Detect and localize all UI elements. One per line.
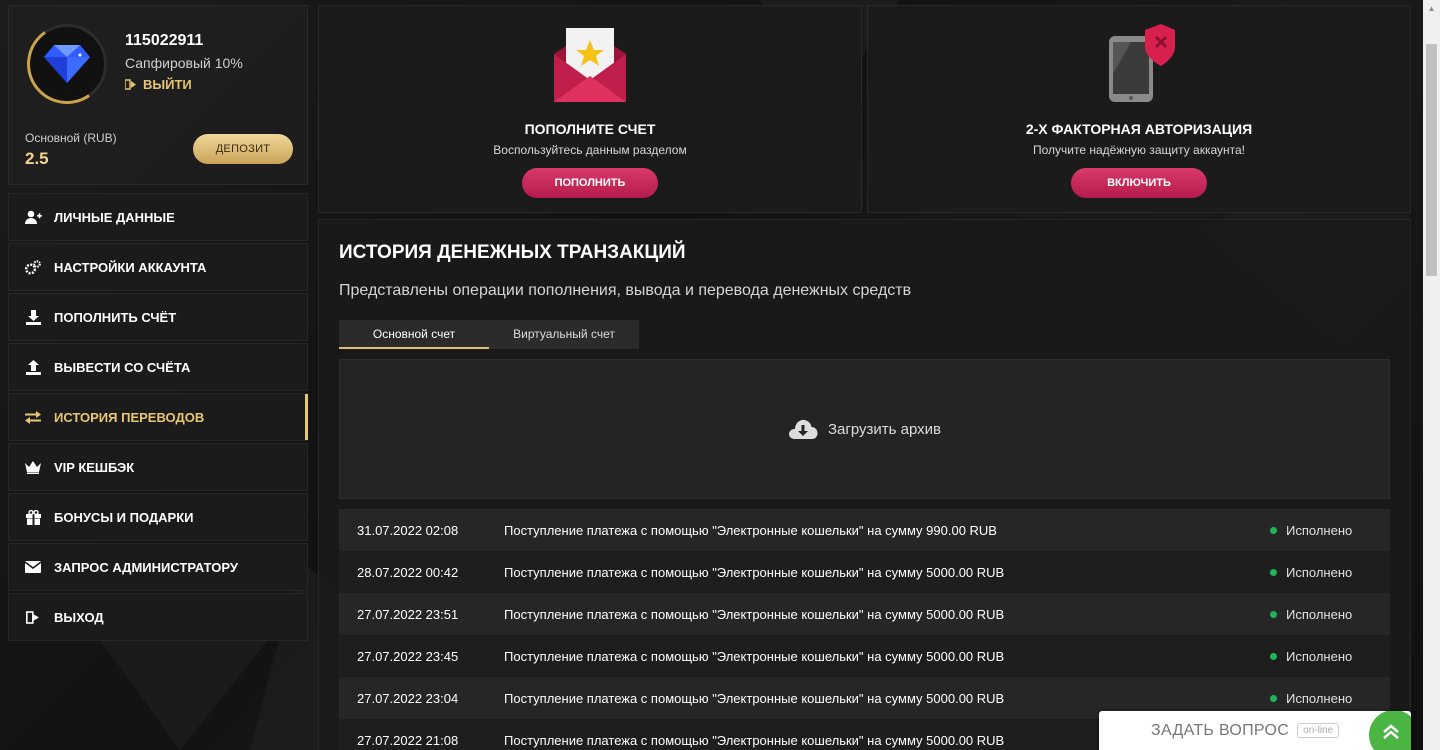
download-icon — [24, 309, 42, 325]
archive-label: Загрузить архив — [827, 420, 942, 438]
table-row: 27.07.2022 23:45 Поступление платежа с п… — [339, 635, 1390, 677]
sidebar-item-admin-request[interactable]: ЗАПРОС АДМИНИСТРАТОРУ — [8, 543, 308, 591]
row-date: 27.07.2022 23:51 — [357, 606, 459, 622]
status-dot-icon — [1270, 652, 1277, 660]
sidebar-item-bonuses[interactable]: БОНУСЫ И ПОДАРКИ — [8, 493, 308, 541]
sign-out-icon — [125, 79, 136, 90]
row-date: 27.07.2022 21:08 — [357, 732, 459, 748]
sidebar-item-transfer-history[interactable]: ИСТОРИЯ ПЕРЕВОДОВ — [8, 393, 308, 441]
scrollbar-thumb[interactable] — [1426, 44, 1437, 276]
row-date: 27.07.2022 23:45 — [357, 648, 459, 664]
tab-virtual-account[interactable]: Виртуальный счет — [489, 320, 639, 349]
sidebar-item-exit[interactable]: ВЫХОД — [8, 593, 308, 641]
history-subtitle: Представлены операции пополнения, вывода… — [339, 282, 912, 299]
sidebar-item-label: ВЫВЕСТИ СО СЧЁТА — [54, 359, 191, 375]
phone-shield-icon — [1109, 24, 1175, 102]
ask-question-label: ЗАДАТЬ ВОПРОС — [1151, 721, 1290, 739]
history-title: ИСТОРИЯ ДЕНЕЖНЫХ ТРАНЗАКЦИЙ — [339, 242, 686, 263]
history-panel: ИСТОРИЯ ДЕНЕЖНЫХ ТРАНЗАКЦИЙ Представлены… — [318, 219, 1411, 750]
transfer-arrows-icon — [24, 409, 42, 425]
tab-main-account[interactable]: Основной счет — [339, 320, 489, 349]
diamond-icon — [44, 45, 90, 83]
status-badge: Исполнено — [1270, 523, 1390, 538]
sidebar-item-label: ЛИЧНЫЕ ДАННЫЕ — [54, 209, 175, 225]
sidebar-item-label: НАСТРОЙКИ АККАУНТА — [54, 259, 207, 275]
gift-icon — [24, 509, 42, 525]
user-level: Сапфировый 10% — [125, 55, 243, 71]
sidebar-item-withdraw[interactable]: ВЫВЕСТИ СО СЧЁТА — [8, 343, 308, 391]
logout-label: ВЫЙТИ — [143, 77, 192, 92]
status-badge: Исполнено — [1270, 565, 1390, 580]
sidebar-item-label: ВЫХОД — [54, 609, 104, 625]
row-description: Поступление платежа с помощью "Электронн… — [504, 606, 1005, 622]
chevrons-up-icon[interactable] — [1369, 711, 1411, 750]
gears-icon — [24, 259, 42, 275]
sign-out-icon — [24, 609, 42, 625]
account-tabs: Основной счет Виртуальный счет — [339, 320, 1390, 349]
status-label: Исполнено — [1286, 690, 1353, 706]
download-archive-button[interactable]: Загрузить архив — [339, 359, 1390, 499]
logout-link[interactable]: ВЫЙТИ — [125, 77, 192, 92]
avatar — [20, 17, 114, 111]
sidebar-item-vip-cashback[interactable]: VIP КЕШБЭК — [8, 443, 308, 491]
row-date: 28.07.2022 00:42 — [357, 564, 459, 580]
row-description: Поступление платежа с помощью "Электронн… — [504, 522, 997, 538]
sidebar-item-personal-data[interactable]: ЛИЧНЫЕ ДАННЫЕ — [8, 193, 308, 241]
scroll-up-arrow-icon[interactable]: ▲ — [1423, 0, 1440, 17]
sidebar: 115022911 Сапфировый 10% ВЫЙТИ Основной … — [8, 5, 308, 643]
status-label: Исполнено — [1286, 606, 1353, 622]
status-label: Исполнено — [1286, 648, 1353, 664]
row-description: Поступление платежа с помощью "Электронн… — [504, 564, 1005, 580]
status-dot-icon — [1270, 694, 1277, 702]
status-label: Исполнено — [1286, 522, 1353, 538]
crown-icon — [24, 459, 42, 475]
cloud-download-icon — [788, 419, 818, 439]
upload-icon — [24, 359, 42, 375]
status-dot-icon — [1270, 610, 1277, 618]
sidebar-item-label: ПОПОЛНИТЬ СЧЁТ — [54, 309, 177, 325]
sidebar-item-account-settings[interactable]: НАСТРОЙКИ АККАУНТА — [8, 243, 308, 291]
table-row: 31.07.2022 02:08 Поступление платежа с п… — [339, 509, 1390, 551]
twofa-card: 2-Х ФАКТОРНАЯ АВТОРИЗАЦИЯ Получите надёж… — [867, 5, 1411, 213]
sidebar-item-label: VIP КЕШБЭК — [54, 459, 135, 475]
profile-card: 115022911 Сапфировый 10% ВЫЙТИ Основной … — [8, 5, 308, 185]
sidebar-item-label: ИСТОРИЯ ПЕРЕВОДОВ — [54, 409, 205, 425]
twofa-card-subtitle: Получите надёжную защиту аккаунта! — [1032, 143, 1245, 157]
top-up-button[interactable]: ПОПОЛНИТЬ — [522, 168, 658, 198]
table-row: 27.07.2022 23:51 Поступление платежа с п… — [339, 593, 1390, 635]
status-dot-icon — [1270, 526, 1277, 534]
sidebar-item-deposit[interactable]: ПОПОЛНИТЬ СЧЁТ — [8, 293, 308, 341]
status-badge: Исполнено — [1270, 607, 1390, 622]
table-row: 28.07.2022 00:42 Поступление платежа с п… — [339, 551, 1390, 593]
page-scrollbar[interactable]: ▲ — [1423, 0, 1440, 750]
row-date: 31.07.2022 02:08 — [357, 522, 459, 538]
sidebar-item-label: БОНУСЫ И ПОДАРКИ — [54, 509, 194, 525]
envelope-star-icon — [554, 28, 626, 102]
status-label: Исполнено — [1286, 564, 1353, 580]
user-id: 115022911 — [125, 32, 204, 49]
status-badge: Исполнено — [1270, 649, 1390, 664]
deposit-button[interactable]: ДЕПОЗИТ — [193, 134, 293, 164]
envelope-icon — [24, 559, 42, 575]
row-description: Поступление платежа с помощью "Электронн… — [504, 690, 1005, 706]
balance-label: Основной (RUB) — [25, 131, 117, 145]
user-plus-icon — [24, 209, 42, 225]
enable-2fa-button[interactable]: ВКЛЮЧИТЬ — [1071, 168, 1207, 198]
promo-cards: ПОПОЛНИТЕ СЧЕТ Воспользуйтесь данным раз… — [318, 5, 1411, 213]
row-date: 27.07.2022 23:04 — [357, 690, 459, 706]
row-description: Поступление платежа с помощью "Электронн… — [504, 648, 1005, 664]
deposit-card: ПОПОЛНИТЕ СЧЕТ Воспользуйтесь данным раз… — [318, 5, 862, 213]
balance-value: 2.5 — [25, 149, 49, 168]
deposit-card-title: ПОПОЛНИТЕ СЧЕТ — [524, 121, 656, 137]
sidebar-item-label: ЗАПРОС АДМИНИСТРАТОРУ — [54, 559, 238, 575]
ask-question-widget[interactable]: ЗАДАТЬ ВОПРОС on-line — [1099, 711, 1411, 750]
status-dot-icon — [1270, 568, 1277, 576]
online-badge: on-line — [1297, 723, 1340, 738]
deposit-card-subtitle: Воспользуйтесь данным разделом — [493, 143, 687, 157]
sidebar-menu: ЛИЧНЫЕ ДАННЫЕ НАСТРОЙКИ АККАУНТА ПОПОЛНИ… — [8, 193, 308, 641]
status-badge: Исполнено — [1270, 691, 1390, 706]
twofa-card-title: 2-Х ФАКТОРНАЯ АВТОРИЗАЦИЯ — [1025, 121, 1253, 137]
main-content: ПОПОЛНИТЕ СЧЕТ Воспользуйтесь данным раз… — [318, 5, 1411, 750]
